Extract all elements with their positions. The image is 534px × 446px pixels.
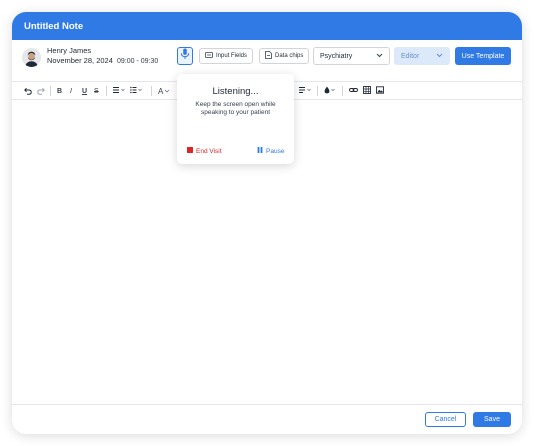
align-icon [113,86,126,96]
pause-button[interactable]: Pause [257,147,284,155]
toolbar-divider [151,86,152,96]
redo-icon[interactable] [37,85,45,97]
use-template-label: Use Template [461,52,505,60]
toolbar-divider [106,86,107,96]
font-glyph: A [158,86,164,96]
visit-datetime: November 28, 2024 09:00 - 09:30 [47,56,158,65]
specialty-value: Psychiatry [320,52,353,60]
end-visit-label: End Visit [196,147,222,155]
note-title-bar: Untitled Note [12,12,522,40]
pause-label: Pause [266,147,285,155]
table-button[interactable] [363,85,371,97]
fill-color-dropdown[interactable] [324,85,336,97]
italic-button[interactable]: I [70,85,72,97]
note-title: Untitled Note [24,20,84,32]
strikethrough-button[interactable]: S [94,85,99,97]
fill-icon [324,86,336,96]
line-spacing-icon [299,86,312,96]
bold-button[interactable]: B [57,85,62,97]
toolbar-divider [50,86,51,96]
mode-value: Editor [401,52,420,60]
list-icon [130,86,143,96]
listening-message: Keep the screen open while speaking to y… [195,101,276,117]
input-fields-label: Input Fields [216,53,248,59]
undo-icon[interactable] [24,85,32,97]
specialty-select[interactable]: Psychiatry [313,47,390,65]
end-visit-button[interactable]: End Visit [187,147,222,155]
toolbar-divider [342,86,343,96]
stop-icon [187,147,193,155]
link-button[interactable] [349,85,358,97]
microphone-button[interactable] [177,47,193,65]
link-icon [349,86,358,96]
align-dropdown[interactable] [113,85,126,97]
data-chips-button[interactable]: Data chips [259,48,310,64]
pause-icon [257,147,263,155]
note-card: Untitled Note Henry James November 28, 2… [12,12,522,434]
patient-name: Henry James [47,46,92,55]
microphone-icon [180,47,190,65]
chevron-down-icon [376,53,383,60]
table-icon [363,86,371,96]
image-button[interactable] [376,85,384,97]
underline-button[interactable]: U [82,85,87,97]
save-button[interactable]: Save [473,412,511,427]
listening-title: Listening... [212,86,259,97]
line-spacing-dropdown[interactable] [299,85,312,97]
keyboard-icon [205,51,213,61]
chevron-down-icon [436,53,443,60]
avatar [22,48,41,67]
mode-select[interactable]: Editor [394,47,450,65]
input-fields-button[interactable]: Input Fields [199,48,254,64]
toolbar-divider [317,86,318,96]
image-icon [376,86,384,96]
listening-popup: Listening... Keep the screen open while … [177,74,294,164]
document-icon [265,51,272,61]
list-dropdown[interactable] [130,85,143,97]
visit-date: November 28, 2024 [47,56,113,65]
cancel-button[interactable]: Cancel [425,412,466,427]
font-dropdown[interactable]: A [158,85,170,97]
visit-time: 09:00 - 09:30 [116,58,159,65]
footer-bar: Cancel Save [12,404,522,434]
data-chips-label: Data chips [275,53,304,59]
use-template-button[interactable]: Use Template [455,47,511,65]
